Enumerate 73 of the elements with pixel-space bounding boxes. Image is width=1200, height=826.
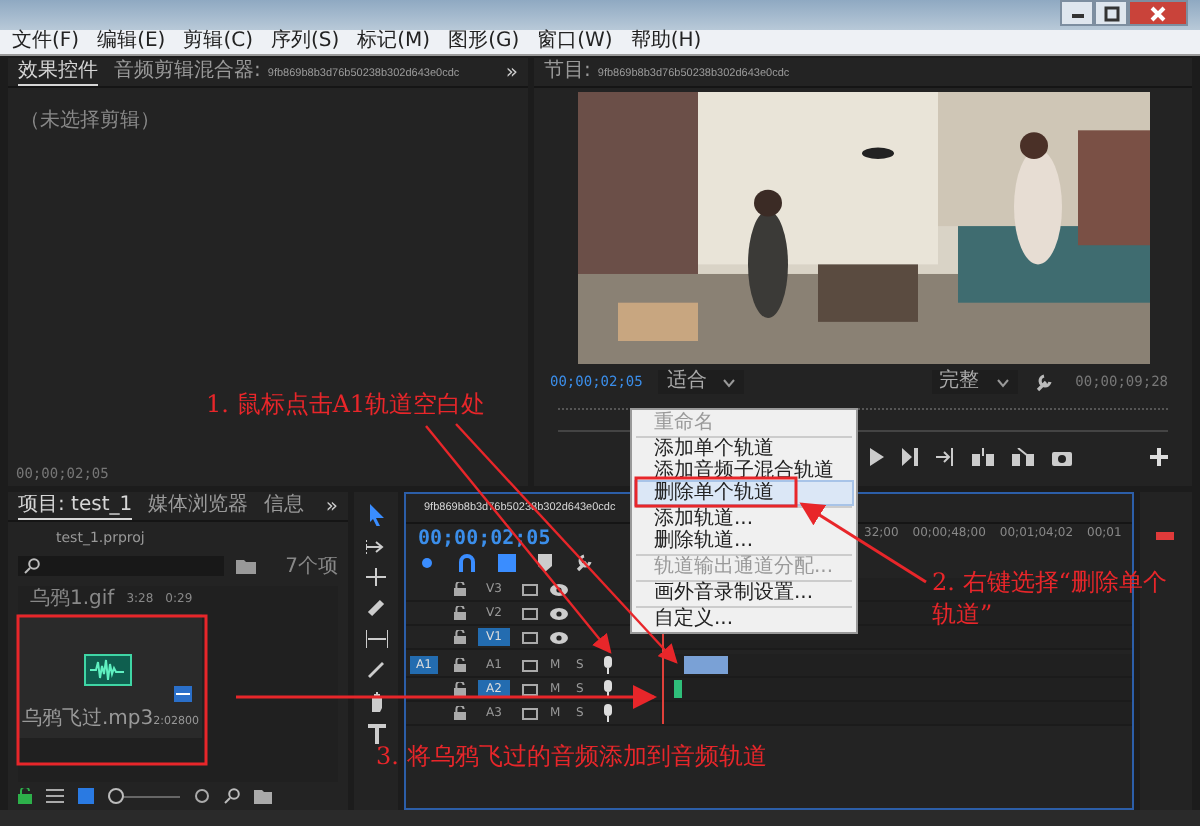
marker-icon[interactable]	[538, 554, 552, 572]
maximize-icon	[1103, 5, 1119, 21]
panel-tab[interactable]: 项目: test_1	[18, 493, 133, 519]
menu-item[interactable]: 剪辑(C)	[183, 30, 253, 54]
insert-icon[interactable]	[972, 448, 994, 466]
camera-icon[interactable]	[1052, 448, 1072, 466]
search-icon	[24, 558, 40, 574]
folder-icon[interactable]	[236, 558, 256, 574]
snap-icon[interactable]	[458, 554, 476, 572]
zoom-dropdown[interactable]: 适合	[658, 370, 745, 394]
lock-icon[interactable]	[454, 582, 466, 596]
chevron-down-icon	[722, 377, 737, 387]
search-icon[interactable]	[224, 788, 240, 804]
microphone-icon[interactable]	[602, 656, 614, 674]
wrench-icon[interactable]	[1033, 373, 1052, 391]
audio-waveform-icon	[84, 654, 132, 686]
go-to-out-icon[interactable]	[936, 448, 954, 466]
chevron-down-icon	[995, 377, 1010, 387]
menu-item[interactable]: 画外音录制设置...	[636, 582, 852, 604]
folder-icon[interactable]	[254, 788, 272, 804]
menu-item[interactable]: 序列(S)	[270, 30, 340, 54]
overwrite-icon[interactable]	[1012, 448, 1034, 466]
slip-tool-icon[interactable]	[365, 630, 387, 648]
clip-name: 乌鸦飞过.mp3	[22, 705, 154, 732]
step-forward-icon[interactable]	[902, 448, 918, 466]
lock-icon[interactable]	[454, 682, 466, 696]
audio-clip[interactable]	[684, 656, 728, 674]
menu-item[interactable]: 帮助(H)	[630, 30, 702, 54]
item-count: 7个项	[285, 554, 338, 580]
lock-icon[interactable]	[454, 658, 466, 672]
list-cell-text: 乌鸦1.gif	[30, 586, 115, 612]
clip-type-icon	[174, 686, 192, 702]
microphone-icon[interactable]	[602, 680, 614, 698]
annotation-text: 3. 将乌鸦飞过的音频添加到音频轨道	[376, 740, 767, 772]
text-tool-icon[interactable]	[367, 724, 385, 744]
selection-tool-icon[interactable]	[367, 504, 385, 526]
overflow-button[interactable]: »	[325, 495, 338, 517]
eye-icon[interactable]	[550, 607, 568, 619]
menu-item[interactable]: 自定义...	[636, 608, 852, 630]
play-icon[interactable]	[868, 448, 884, 466]
menu-item[interactable]: 添加单个轨道	[636, 438, 852, 460]
menu-item[interactable]: 删除轨道...	[636, 530, 852, 552]
panel-tab[interactable]: 媒体浏览器	[148, 494, 249, 518]
microphone-icon[interactable]	[602, 704, 614, 722]
lock-icon[interactable]	[454, 706, 466, 720]
menu-item[interactable]: 图形(G)	[448, 30, 520, 54]
minimize-button[interactable]	[1060, 0, 1094, 26]
menu-item[interactable]: 添加轨道...	[636, 508, 852, 530]
menu-item[interactable]: 删除单个轨道	[636, 482, 852, 504]
panel-tab[interactable]: 效果控件	[18, 59, 98, 85]
add-icon[interactable]	[1150, 448, 1168, 466]
menu-item[interactable]: 编辑(E)	[97, 30, 166, 54]
lock-icon[interactable]	[454, 606, 466, 620]
track-select-tool-icon[interactable]	[366, 538, 386, 556]
quality-dropdown[interactable]: 完整	[931, 370, 1018, 394]
eye-icon[interactable]	[550, 583, 568, 595]
list-view-icon[interactable]	[46, 788, 64, 804]
menu-item[interactable]: 窗口(W)	[537, 30, 613, 54]
lock-icon[interactable]	[18, 788, 32, 804]
lock-icon[interactable]	[454, 630, 466, 644]
close-button[interactable]	[1128, 0, 1188, 26]
close-icon	[1150, 5, 1166, 21]
annotation-text: 1. 鼠标点击A1轨道空白处	[206, 388, 486, 420]
eye-icon[interactable]	[550, 631, 568, 643]
menu-item[interactable]: 文件(F)	[12, 30, 80, 54]
maximize-button[interactable]	[1094, 0, 1128, 26]
audio-clip[interactable]	[674, 680, 682, 698]
menu-item[interactable]: 标记(M)	[357, 30, 431, 54]
empty-message: （未选择剪辑）	[20, 110, 160, 132]
search-field[interactable]	[18, 556, 224, 576]
panel-tab[interactable]: 信息	[264, 494, 305, 518]
overflow-button[interactable]: »	[505, 61, 518, 83]
wrench-icon[interactable]	[574, 554, 592, 572]
